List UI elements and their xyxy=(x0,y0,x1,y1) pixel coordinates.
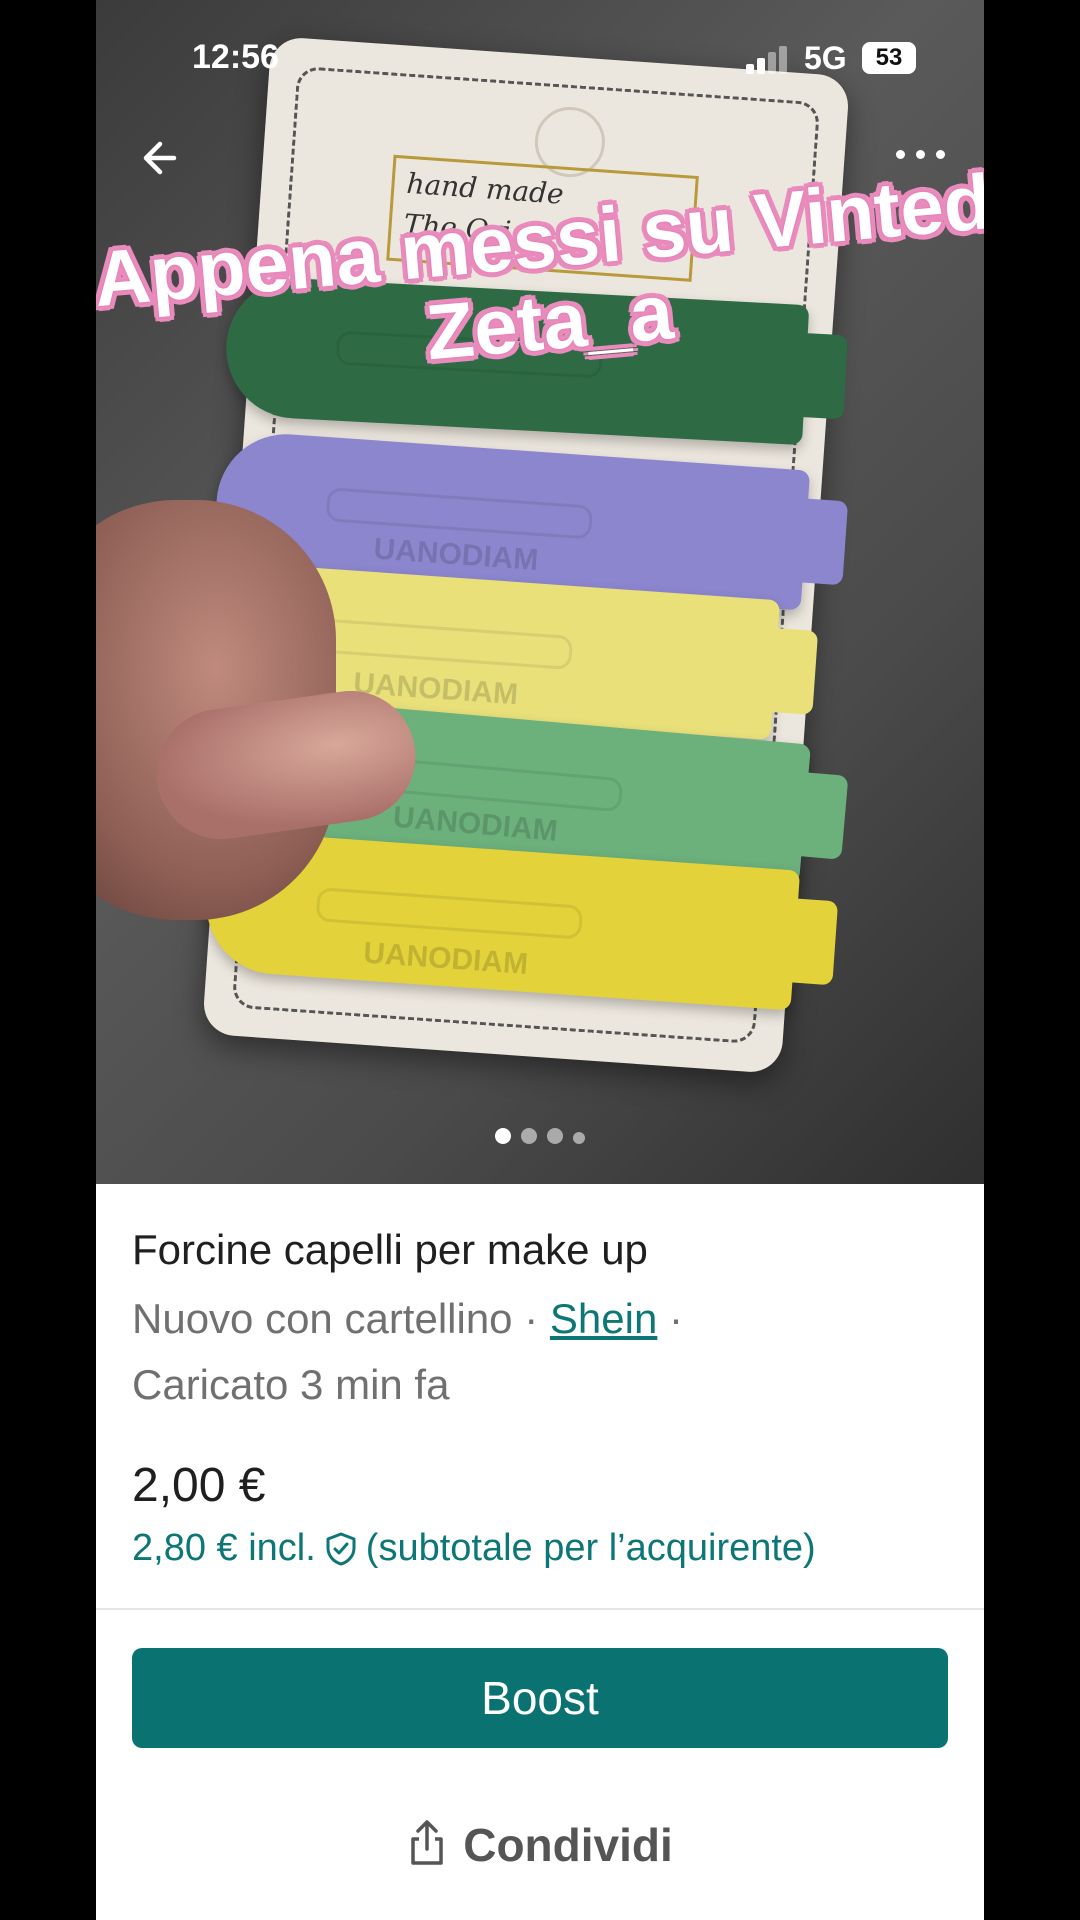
buyer-price-note: (subtotale per l’acquirente) xyxy=(365,1527,816,1569)
item-details: Forcine capelli per make up Nuovo con ca… xyxy=(132,1184,948,1570)
item-photo[interactable]: hand made The Original UANODIAM UANODIAM… xyxy=(96,0,984,1184)
battery-level: 53 xyxy=(875,44,903,71)
share-icon xyxy=(411,1820,443,1865)
shield-check-icon xyxy=(326,1532,356,1565)
more-horizontal-icon xyxy=(896,150,905,159)
brand-link[interactable]: Shein xyxy=(550,1295,657,1342)
share-button[interactable]: Condividi xyxy=(96,1818,984,1872)
carousel-dot[interactable] xyxy=(521,1128,537,1144)
item-uploaded-time: Caricato 3 min fa xyxy=(132,1361,450,1408)
item-meta: Nuovo con cartellino · Shein · Caricato … xyxy=(132,1295,683,1408)
more-options-button[interactable] xyxy=(892,134,952,174)
status-time: 12:56 xyxy=(192,38,279,76)
item-title: Forcine capelli per make up xyxy=(132,1226,648,1273)
carousel-dot[interactable] xyxy=(573,1132,585,1144)
carousel-indicator xyxy=(96,1128,984,1149)
carousel-dot[interactable] xyxy=(547,1128,563,1144)
share-label: Condividi xyxy=(463,1819,673,1871)
boost-button[interactable]: Boost xyxy=(132,1648,948,1748)
app-screen: hand made The Original UANODIAM UANODIAM… xyxy=(96,0,984,1920)
back-button[interactable] xyxy=(134,128,194,188)
item-condition: Nuovo con cartellino xyxy=(132,1295,513,1342)
item-price: 2,00 € xyxy=(132,1459,266,1512)
status-bar: 12:56 5G 53 xyxy=(96,0,984,120)
arrow-left-icon xyxy=(143,141,177,175)
signal-icon xyxy=(746,46,787,74)
carousel-dot[interactable] xyxy=(495,1128,511,1144)
divider xyxy=(96,1608,984,1610)
buyer-price: 2,80 € incl. xyxy=(132,1527,316,1569)
network-type: 5G xyxy=(804,40,847,76)
battery-icon: 53 xyxy=(862,42,916,74)
buyer-price-row[interactable]: 2,80 € incl. (subtotale per l’acquirente… xyxy=(132,1527,948,1570)
